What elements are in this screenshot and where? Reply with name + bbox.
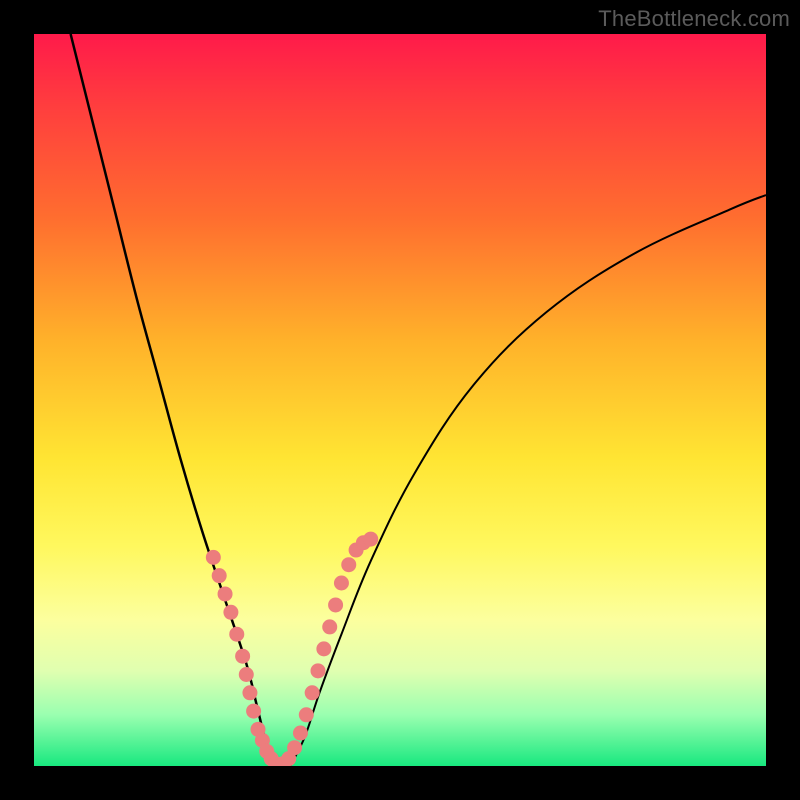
highlight-dot <box>206 550 221 565</box>
highlight-dot <box>223 605 238 620</box>
highlight-dot <box>322 619 337 634</box>
plot-area <box>34 34 766 766</box>
highlight-dot <box>235 649 250 664</box>
highlight-dot <box>246 704 261 719</box>
highlight-dots-left <box>206 550 283 766</box>
chart-frame: TheBottleneck.com <box>0 0 800 800</box>
highlight-dot <box>305 685 320 700</box>
highlight-dot <box>363 532 378 547</box>
highlight-dot <box>218 586 233 601</box>
curve-right <box>290 195 766 766</box>
highlight-dot <box>341 557 356 572</box>
highlight-dot <box>229 627 244 642</box>
highlight-dot <box>212 568 227 583</box>
highlight-dot <box>334 576 349 591</box>
highlight-dot <box>293 726 308 741</box>
highlight-dots-right <box>275 532 378 766</box>
watermark-text: TheBottleneck.com <box>598 6 790 32</box>
chart-svg <box>34 34 766 766</box>
highlight-dot <box>299 707 314 722</box>
highlight-dot <box>328 597 343 612</box>
highlight-dot <box>311 663 326 678</box>
highlight-dot <box>242 685 257 700</box>
highlight-dot <box>239 667 254 682</box>
highlight-dot <box>316 641 331 656</box>
highlight-dot <box>287 740 302 755</box>
